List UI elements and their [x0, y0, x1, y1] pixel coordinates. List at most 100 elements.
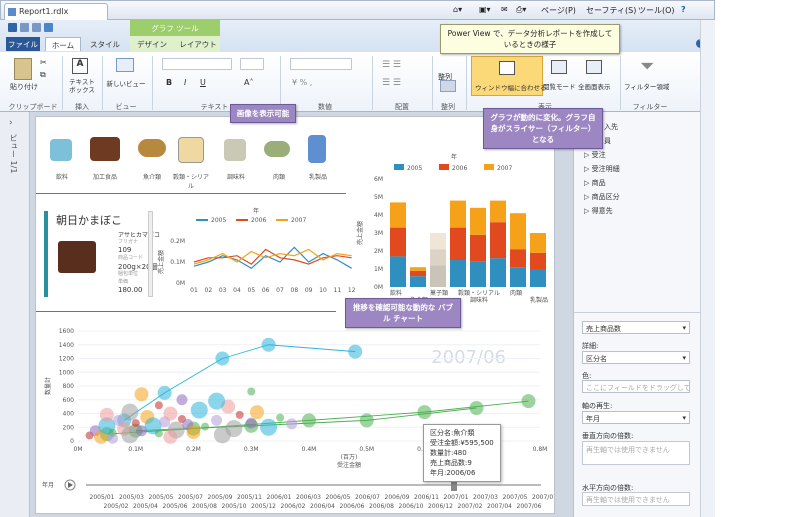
timeline-label: 2005/05	[149, 494, 174, 501]
fullscreen-icon[interactable]	[586, 60, 602, 74]
browser-tab[interactable]: Report1.rdlx	[4, 3, 108, 20]
detail-dropdown[interactable]: 区分名 ▾	[582, 351, 690, 364]
safety-menu[interactable]: セーフティ(S)	[586, 5, 636, 16]
field-tree-item[interactable]: ▷ 受注	[584, 148, 620, 162]
chart-tools-group: グラフ ツール	[130, 20, 220, 36]
filter-area-button[interactable]: フィルター領域	[624, 81, 669, 91]
drink-image[interactable]	[50, 139, 72, 161]
cereal-image[interactable]	[178, 137, 204, 163]
align-button[interactable]: 整列	[438, 72, 452, 82]
save-icon[interactable]	[8, 23, 17, 32]
field-tree-item[interactable]: ▷ 受注明細	[584, 162, 620, 176]
card-scrollbar[interactable]	[148, 211, 153, 297]
tab-layout[interactable]: レイアウト	[178, 37, 218, 51]
help-icon[interactable]: ?	[681, 5, 686, 14]
refresh-icon[interactable]	[44, 23, 53, 32]
bubble	[261, 337, 276, 352]
home-icon[interactable]: ⌂▾	[453, 5, 462, 14]
x-tick-label: 06	[262, 287, 270, 294]
size-field-dropdown[interactable]: 売上商品数 ▾	[582, 321, 690, 334]
x-tick-label: 0.1M	[128, 446, 143, 453]
x-tick-label: 0M	[74, 446, 83, 453]
timeline-label: 2007/02	[458, 503, 483, 510]
tab-title: Report1.rdlx	[19, 7, 69, 16]
bar-segment	[410, 270, 426, 277]
y-tick-label: 6M	[374, 176, 383, 183]
timeline-label: 2006/07	[355, 494, 380, 501]
tab-home[interactable]: ホーム	[45, 37, 81, 51]
color-dropzone[interactable]: ここにフィールドをドラッグしてくだ	[582, 380, 690, 393]
tab-style[interactable]: スタイル	[88, 37, 122, 51]
bubble	[157, 385, 172, 400]
category-label: 肉類	[272, 174, 285, 181]
timeline-label: 2007/07	[532, 494, 554, 501]
textbox-icon[interactable]: A	[72, 58, 88, 74]
paste-button[interactable]: 貼り付け	[10, 82, 38, 92]
timeline-label: 2006/11	[414, 494, 439, 501]
filter-icon[interactable]: ⏷	[640, 56, 654, 77]
field-tree-item[interactable]: ▷ 商品区分	[584, 190, 620, 204]
x-tick-label: 05	[248, 287, 256, 294]
horizontal-multiples-dropzone[interactable]: 再生軸では使用できません	[582, 492, 690, 506]
dairy-image[interactable]	[308, 135, 326, 163]
tools-menu[interactable]: ツール(O)	[638, 5, 675, 16]
timeline-label: 2005/08	[192, 503, 217, 510]
y-axis-label: 売上金額	[356, 221, 364, 245]
redo-icon[interactable]	[32, 23, 41, 32]
tab-file[interactable]: ファイル	[6, 37, 40, 51]
play-axis-dropdown[interactable]: 年月 ▾	[582, 411, 690, 424]
new-view-icon[interactable]	[116, 58, 134, 72]
meat-image[interactable]	[264, 141, 290, 157]
group-insert-label: 挿入	[75, 103, 89, 111]
underline-icon[interactable]: U	[200, 78, 206, 87]
legend-swatch	[394, 164, 404, 170]
bubble	[121, 403, 139, 421]
bar-segment	[430, 249, 446, 266]
font-size-select[interactable]	[240, 58, 264, 70]
feed-icon[interactable]: ▣▾	[479, 5, 491, 14]
align-left-icon[interactable]: ☰ ☰	[382, 60, 401, 70]
category-label: 魚介類	[142, 174, 161, 181]
views-strip[interactable]: › ビュー 1/1	[0, 112, 30, 517]
mail-icon[interactable]: ✉	[501, 5, 508, 14]
copy-icon[interactable]: ⧉	[40, 70, 46, 80]
page-menu[interactable]: ページ(P)	[541, 5, 576, 16]
x-tick-label: 0.8M	[533, 446, 548, 453]
undo-icon[interactable]	[20, 23, 29, 32]
align-center-icon[interactable]: ☰ ☰	[382, 78, 401, 88]
vertical-multiples-dropzone[interactable]: 再生軸では使用できません	[582, 441, 690, 465]
reading-mode-icon[interactable]	[551, 60, 567, 74]
textbox-button[interactable]: テキスト ボックス	[66, 78, 98, 94]
cut-icon[interactable]: ✂	[40, 58, 47, 67]
seasoning-image[interactable]	[224, 139, 246, 161]
field-tree-item[interactable]: ▷ 得意先	[584, 204, 620, 218]
font-grow-icon[interactable]: A˄	[244, 78, 253, 87]
x-tick-label: 飲料	[390, 289, 402, 297]
chevron-right-icon[interactable]: ›	[9, 118, 13, 128]
window-scrollbar[interactable]	[700, 20, 715, 517]
bar-segment	[490, 200, 506, 223]
reading-mode-button[interactable]: 閲覧モード	[543, 81, 576, 91]
field-tree-item[interactable]: ▷ 商品	[584, 176, 620, 190]
vertical-multiples-label: 垂直方向の倍数:	[582, 432, 634, 440]
bubble	[417, 405, 432, 420]
processed-food-image[interactable]	[90, 137, 120, 161]
print-icon[interactable]: ⎙▾	[516, 5, 526, 15]
bubble	[134, 387, 149, 402]
paste-icon[interactable]	[14, 58, 32, 80]
fit-window-button[interactable]: ウィンドウ幅に合わせる	[471, 56, 547, 96]
seafood-image[interactable]	[138, 139, 166, 157]
bubble	[250, 405, 265, 420]
tab-design[interactable]: デザイン	[135, 37, 169, 51]
currency-icon[interactable]: ¥ % ,	[292, 78, 312, 87]
x-tick-label: 乳製品	[530, 296, 548, 304]
x-tick-label: 04	[233, 287, 241, 294]
font-family-select[interactable]	[162, 58, 232, 70]
fullscreen-button[interactable]: 全画面表示	[578, 81, 611, 91]
bold-icon[interactable]: B	[166, 78, 172, 87]
bar-segment	[510, 267, 526, 287]
number-format-select[interactable]	[290, 58, 352, 70]
new-view-button[interactable]: 新しいビュー	[106, 78, 146, 88]
product-name: 朝日かまぼこ	[56, 214, 122, 227]
italic-icon[interactable]: I	[184, 78, 186, 87]
